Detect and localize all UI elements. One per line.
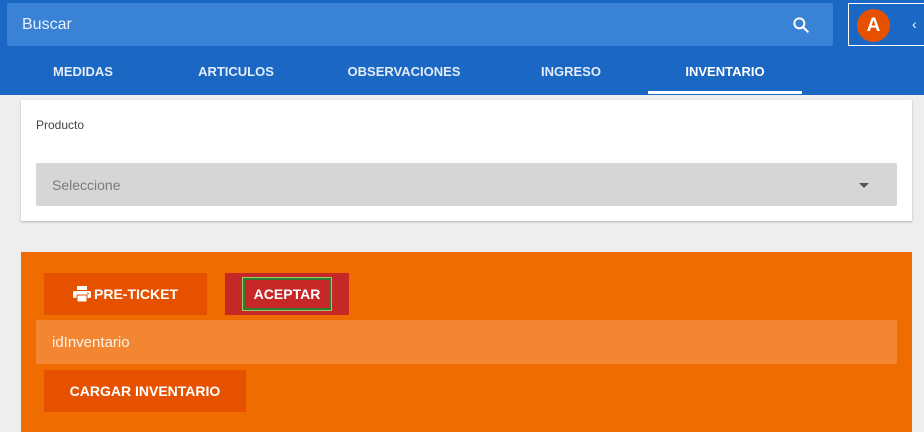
avatar[interactable]: A [857,9,890,42]
tab-bar: MEDIDAS ARTICULOS OBSERVACIONES INGRESO … [0,48,924,95]
tab-medidas[interactable]: MEDIDAS [20,48,146,95]
tab-observaciones[interactable]: OBSERVACIONES [335,48,473,95]
inventory-actions-panel: PRE-TICKET ACEPTAR idInventario CARGAR I… [21,252,912,432]
product-card: Producto Seleccione [21,100,912,221]
printer-icon [73,286,91,303]
aceptar-button[interactable]: ACEPTAR [225,273,349,315]
cargar-inventario-label: CARGAR INVENTARIO [69,383,221,399]
pre-ticket-button[interactable]: PRE-TICKET [44,273,207,315]
tab-ingreso[interactable]: INGRESO [508,48,634,95]
top-app-bar: Buscar A ‹ MEDIDAS ARTICULOS OBSERVACION… [0,0,924,95]
tab-inventario[interactable]: INVENTARIO [662,48,788,95]
cargar-inventario-button[interactable]: CARGAR INVENTARIO [44,370,246,412]
product-select[interactable]: Seleccione [36,163,897,206]
pre-ticket-label: PRE-TICKET [94,286,178,302]
chevron-left-icon[interactable]: ‹ [912,16,917,32]
product-label: Producto [36,118,85,132]
id-inventario-input[interactable]: idInventario [36,320,897,364]
search-icon[interactable] [791,15,811,35]
active-tab-indicator [648,91,802,94]
product-select-value: Seleccione [52,177,121,193]
tab-articulos[interactable]: ARTICULOS [173,48,299,95]
search-input[interactable]: Buscar [22,16,72,34]
id-inventario-placeholder: idInventario [52,334,130,351]
caret-down-icon [859,183,869,188]
search-bar[interactable]: Buscar [7,3,833,46]
aceptar-label: ACEPTAR [241,277,333,311]
account-area[interactable]: A ‹ [848,3,924,46]
